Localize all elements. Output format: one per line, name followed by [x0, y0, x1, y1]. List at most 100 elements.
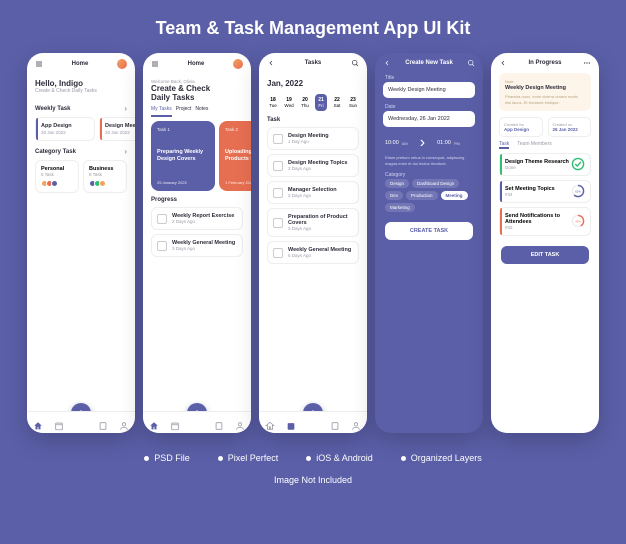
svg-text:42%: 42% [575, 220, 581, 224]
greeting-title: Hello, Indigo [35, 79, 127, 88]
screen5-header: In Progress [528, 60, 561, 66]
list-item[interactable]: Design Meeting1 Day Ago [267, 127, 359, 150]
date-field[interactable]: Wednesday, 26 Jan 2022 [383, 111, 475, 127]
list-item[interactable]: Weekly Report Exercise2 Days Ago [151, 207, 243, 230]
time-picker[interactable]: 10:00AM › 01:00PM [375, 131, 483, 155]
search-icon[interactable] [351, 59, 359, 67]
list-item[interactable]: Design Meeting Topics2 Days Ago [267, 154, 359, 177]
day-cell[interactable]: 23Sun [347, 94, 359, 111]
greeting-subtitle: Create & Check Daily Tasks [35, 88, 127, 94]
features-row: PSD File Pixel Perfect iOS & Android Org… [0, 433, 626, 471]
category-chip[interactable]: Design [385, 179, 409, 188]
folder-icon[interactable] [214, 418, 224, 428]
weekly-task-cards: App Design 26 Jan 2022 Design Meeting 26… [27, 117, 135, 141]
featured-task-card[interactable]: Task 2 Uploading Products to Stores 1 Fe… [219, 121, 251, 191]
list-item[interactable]: Preparation of Product Covers3 Days Ago [267, 208, 359, 237]
back-icon[interactable] [267, 59, 275, 67]
tab-notes[interactable]: Notes [195, 106, 208, 117]
month-label[interactable]: Jan, 2022 [259, 73, 367, 94]
day-cell[interactable]: 20Thu [299, 94, 311, 111]
category-label: Category [375, 170, 483, 179]
feature-item: PSD File [144, 453, 190, 463]
category-card[interactable]: Personal 5 Task [35, 160, 79, 193]
description-text: Etiam pretium netus in consequat, adipis… [375, 155, 483, 170]
calendar-icon[interactable] [54, 418, 64, 428]
screen2-header: Home [188, 61, 205, 67]
screen1-header: Home [72, 61, 89, 67]
day-cell[interactable]: 19Wed [283, 94, 295, 111]
chevron-right-icon[interactable]: › [124, 147, 127, 156]
category-task-label: Category Task [35, 149, 76, 155]
bottom-nav [143, 411, 251, 433]
profile-icon[interactable] [235, 418, 245, 428]
back-icon[interactable] [499, 59, 507, 67]
category-chip[interactable]: Dashboard Design [412, 179, 459, 188]
phone-4-create-task: Create New Task Title Weekly Design Meet… [375, 53, 483, 433]
document-icon [273, 134, 283, 144]
feature-item: iOS & Android [306, 453, 373, 463]
edit-task-button[interactable]: EDIT TASK [501, 246, 589, 264]
day-cell[interactable]: 22Sat [331, 94, 343, 111]
phone-3-tasks: Tasks Jan, 2022 18Tue 19Wed 20Thu 21Fri … [259, 53, 367, 433]
day-cell[interactable]: 18Tue [267, 94, 279, 111]
document-icon [157, 241, 167, 251]
category-chip[interactable]: Dev [385, 191, 403, 200]
tab-team-members[interactable]: Team Members [517, 141, 551, 149]
calendar-icon[interactable] [286, 418, 296, 428]
folder-icon[interactable] [330, 418, 340, 428]
progress-label: Progress [151, 197, 177, 203]
category-chip[interactable]: Production [406, 191, 438, 200]
featured-task-card[interactable]: Task 1 Preparing Weekly Design Covers 25… [151, 121, 215, 191]
avatar-icon[interactable] [233, 59, 243, 69]
document-icon [157, 214, 167, 224]
profile-icon[interactable] [351, 418, 361, 428]
folder-icon[interactable] [98, 418, 108, 428]
task-card[interactable]: Design Meeting 26 Jan 2022 [99, 117, 135, 141]
create-task-button[interactable]: CREATE TASK [385, 222, 473, 240]
home-icon[interactable] [149, 418, 159, 428]
list-item[interactable]: Weekly General Meeting5 Days Ago [267, 241, 359, 264]
phone-1-home: Home Hello, Indigo Create & Check Daily … [27, 53, 135, 433]
home-icon[interactable] [265, 418, 275, 428]
menu-icon[interactable] [35, 60, 43, 68]
document-icon [273, 218, 283, 228]
category-card[interactable]: Business 8 Task [83, 160, 127, 193]
list-item[interactable]: Manager Selection3 Days Ago [267, 181, 359, 204]
title-field[interactable]: Weekly Design Meeting [383, 82, 475, 98]
more-icon[interactable] [583, 59, 591, 67]
document-icon [273, 188, 283, 198]
tab-project[interactable]: Project [176, 106, 192, 117]
note-card: Note Weekly Design Meeting Pharetra nunc… [499, 73, 591, 111]
profile-icon[interactable] [119, 418, 129, 428]
avatar-icon[interactable] [117, 59, 127, 69]
document-icon [273, 248, 283, 258]
tab-task[interactable]: Task [499, 141, 509, 149]
disclaimer-text: Image Not Included [0, 471, 626, 489]
task-card[interactable]: App Design 26 Jan 2022 [35, 117, 95, 141]
screen4-header: Create New Task [405, 60, 453, 66]
bottom-nav [259, 411, 367, 433]
svg-text:62%: 62% [575, 190, 581, 194]
phone-5-in-progress: In Progress Note Weekly Design Meeting P… [491, 53, 599, 433]
day-cell[interactable]: 21Fri [315, 94, 327, 111]
phone-mockups: Home Hello, Indigo Create & Check Daily … [0, 53, 626, 433]
greeting-title-2: Create & Check [151, 84, 243, 93]
chevron-right-icon[interactable]: › [124, 104, 127, 113]
progress-item[interactable]: Design Theme ResearchDone [499, 153, 591, 176]
category-grid: Personal 5 Task Business 8 Task [27, 160, 135, 193]
home-icon[interactable] [33, 418, 43, 428]
back-icon[interactable] [383, 59, 391, 67]
tab-my-tasks[interactable]: My Tasks [151, 106, 172, 117]
bottom-nav [27, 411, 135, 433]
calendar-icon[interactable] [170, 418, 180, 428]
search-icon[interactable] [467, 59, 475, 67]
task-label: Task [267, 117, 280, 123]
badge-created-for: Created forApp Design [499, 117, 543, 137]
progress-item[interactable]: Set Meeting Topics#34 62% [499, 180, 591, 203]
list-item[interactable]: Weekly General Meeting3 Days Ago [151, 234, 243, 257]
menu-icon[interactable] [151, 60, 159, 68]
category-chip[interactable]: Marketing [385, 203, 415, 212]
date-label: Date [375, 102, 483, 111]
progress-item[interactable]: Send Notifications to Attendees#32 42% [499, 207, 591, 236]
category-chip[interactable]: Meeting [441, 191, 468, 200]
